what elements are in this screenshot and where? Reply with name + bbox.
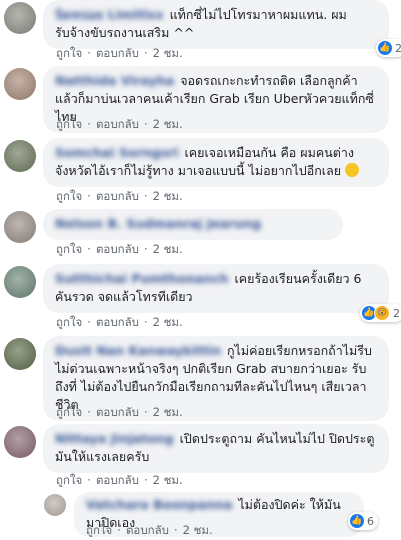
reply-link[interactable]: ตอบกลับ: [96, 242, 139, 256]
comment-bubble: Sutthichai Pumthonanch เคยร้องเรียนครั้ง…: [43, 264, 389, 313]
timestamp[interactable]: 2 ชม.: [153, 189, 183, 203]
commenter-name[interactable]: Sutthichai Pumthonanch: [55, 271, 229, 286]
reaction-badge[interactable]: 👍 6: [348, 512, 378, 530]
comment-actions: ถูกใจ · ตอบกลับ · 2 ชม.: [56, 117, 183, 131]
like-link[interactable]: ถูกใจ: [56, 473, 82, 487]
reaction-badge[interactable]: 👍 😮 2: [360, 304, 401, 322]
timestamp[interactable]: 2 ชม.: [153, 405, 183, 419]
commenter-name[interactable]: Natthida Virayha: [55, 73, 174, 88]
reply-link[interactable]: ตอบกลับ: [126, 523, 169, 537]
timestamp[interactable]: 2 ชม.: [153, 473, 183, 487]
avatar[interactable]: [44, 494, 66, 516]
comment-actions: ถูกใจ · ตอบกลับ · 2 ชม.: [56, 46, 183, 60]
like-link[interactable]: ถูกใจ: [56, 46, 82, 60]
commenter-name[interactable]: Nittaya Jinjatong: [55, 431, 174, 446]
timestamp[interactable]: 2 ชม.: [153, 242, 183, 256]
like-reaction-icon: 👍: [350, 514, 364, 528]
commenter-name[interactable]: นิดหน่อย Limitlxx: [55, 7, 164, 22]
timestamp[interactable]: 2 ชม.: [153, 117, 183, 131]
reaction-count: 6: [367, 514, 374, 528]
commenter-name[interactable]: Somchai Sorngsri: [55, 145, 179, 160]
comment-actions: ถูกใจ · ตอบกลับ · 2 ชม.: [56, 405, 183, 419]
comment-actions: ถูกใจ · ตอบกลับ · 2 ชม.: [86, 523, 213, 537]
confused-emoji-icon: [345, 163, 360, 177]
reply-link[interactable]: ตอบกลับ: [96, 405, 139, 419]
reply-link[interactable]: ตอบกลับ: [96, 473, 139, 487]
reaction-count: 2: [395, 41, 401, 55]
reaction-badge[interactable]: 👍 2: [376, 39, 401, 57]
avatar[interactable]: [4, 266, 36, 298]
comment-bubble: นิดหน่อย Limitlxx แท็กซี่ไม่ไปโทรมาหาผมแ…: [43, 0, 389, 49]
avatar[interactable]: [4, 68, 36, 100]
timestamp[interactable]: 2 ชม.: [183, 523, 213, 537]
reply-link[interactable]: ตอบกลับ: [96, 117, 139, 131]
comment-bubble: Nittaya Jinjatong เปิดประตูถาม คันไหนไม่…: [43, 424, 389, 473]
comment-actions: ถูกใจ · ตอบกลับ · 2 ชม.: [56, 315, 183, 329]
like-link[interactable]: ถูกใจ: [56, 315, 82, 329]
like-link[interactable]: ถูกใจ: [56, 189, 82, 203]
reply-link[interactable]: ตอบกลับ: [96, 189, 139, 203]
avatar[interactable]: [4, 2, 36, 34]
avatar[interactable]: [4, 140, 36, 172]
commenter-name[interactable]: Nelson B. Sudmanraj Jearung: [55, 216, 261, 231]
timestamp[interactable]: 2 ชม.: [153, 315, 183, 329]
comment-actions: ถูกใจ · ตอบกลับ · 2 ชม.: [56, 473, 183, 487]
like-link[interactable]: ถูกใจ: [56, 242, 82, 256]
wow-reaction-icon: 😮: [374, 305, 390, 321]
avatar[interactable]: [4, 426, 36, 458]
comment-bubble: Somchai Sorngsri เคยเจอเหมือนกัน คือ ผมค…: [43, 138, 389, 187]
timestamp[interactable]: 2 ชม.: [153, 46, 183, 60]
commenter-name[interactable]: Vatchara Boonpanna: [86, 497, 232, 512]
like-reaction-icon: 👍: [378, 41, 392, 55]
avatar[interactable]: [4, 211, 36, 243]
like-link[interactable]: ถูกใจ: [86, 523, 112, 537]
comment-actions: ถูกใจ · ตอบกลับ · 2 ชม.: [56, 242, 183, 256]
avatar[interactable]: [4, 338, 36, 370]
like-link[interactable]: ถูกใจ: [56, 117, 82, 131]
comment-actions: ถูกใจ · ตอบกลับ · 2 ชม.: [56, 189, 183, 203]
like-link[interactable]: ถูกใจ: [56, 405, 82, 419]
reaction-count: 2: [393, 306, 400, 320]
commenter-name[interactable]: Dusit Nan Kanwaykittin: [55, 343, 221, 358]
reply-link[interactable]: ตอบกลับ: [96, 46, 139, 60]
reply-link[interactable]: ตอบกลับ: [96, 315, 139, 329]
comment-bubble: Nelson B. Sudmanraj Jearung: [43, 209, 343, 240]
